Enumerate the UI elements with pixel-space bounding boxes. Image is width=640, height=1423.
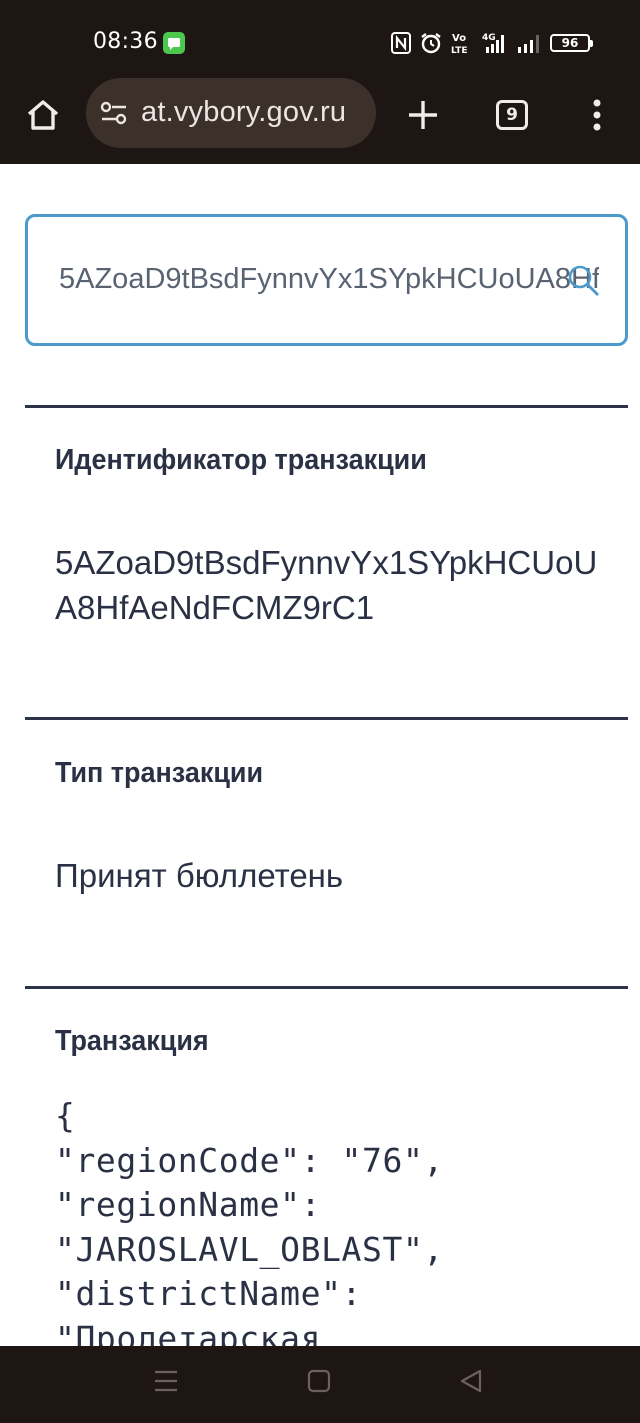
menu-icon	[155, 1370, 177, 1392]
home-nav-button[interactable]	[307, 1368, 331, 1399]
recent-apps-button[interactable]	[153, 1368, 179, 1399]
plus-icon	[409, 101, 437, 129]
menu-button[interactable]	[574, 92, 620, 138]
system-nav-bar	[0, 1346, 640, 1423]
address-bar[interactable]: at.vybory.gov.ru	[86, 78, 376, 148]
svg-text:LTE: LTE	[451, 46, 468, 55]
4g-signal-icon: 4G	[482, 31, 508, 55]
message-app-icon	[163, 32, 185, 54]
transaction-type-title: Тип транзакции	[55, 757, 264, 789]
divider	[25, 986, 628, 989]
transaction-title: Транзакция	[55, 1025, 209, 1057]
browser-toolbar: at.vybory.gov.ru 9	[0, 78, 640, 164]
transaction-id-value: 5AZoaD9tBsdFynnvYx1SYpkHCUoUA8HfAeNdFCMZ…	[55, 544, 598, 626]
search-box[interactable]	[25, 214, 628, 346]
square-icon	[307, 1369, 331, 1393]
tab-count: 9	[496, 100, 528, 130]
tab-switcher-button[interactable]: 9	[489, 92, 535, 138]
battery-icon: 96	[550, 34, 593, 52]
address-bar-url[interactable]: at.vybory.gov.ru	[141, 96, 346, 129]
signal-icon	[517, 32, 541, 54]
status-time: 08:36	[93, 29, 158, 54]
volte-icon: Vo LTE	[451, 31, 473, 55]
back-triangle-icon	[460, 1369, 482, 1393]
new-tab-button[interactable]	[400, 92, 446, 138]
site-settings-icon[interactable]	[100, 101, 128, 130]
status-bar: 08:36 Vo LTE 4G 96	[0, 0, 640, 78]
svg-text:4G: 4G	[482, 33, 496, 43]
divider	[25, 717, 628, 720]
nfc-icon	[391, 32, 411, 54]
more-vertical-icon	[593, 99, 601, 131]
page-content: Идентификатор транзакции 5AZoaD9tBsdFynn…	[0, 164, 640, 1346]
transaction-json: { "regionCode": "76", "regionName": "JAR…	[55, 1096, 444, 1346]
transaction-id-title: Идентификатор транзакции	[55, 444, 427, 476]
svg-text:Vo: Vo	[452, 33, 466, 44]
back-button[interactable]	[459, 1368, 483, 1399]
home-icon	[27, 100, 59, 130]
transaction-type-value: Принят бюллетень	[55, 857, 344, 894]
transaction-search-input[interactable]	[59, 257, 599, 301]
search-icon[interactable]	[567, 264, 601, 303]
status-icons: Vo LTE 4G 96	[391, 29, 593, 57]
divider	[25, 405, 628, 408]
alarm-icon	[420, 32, 442, 54]
home-button[interactable]	[20, 92, 66, 138]
